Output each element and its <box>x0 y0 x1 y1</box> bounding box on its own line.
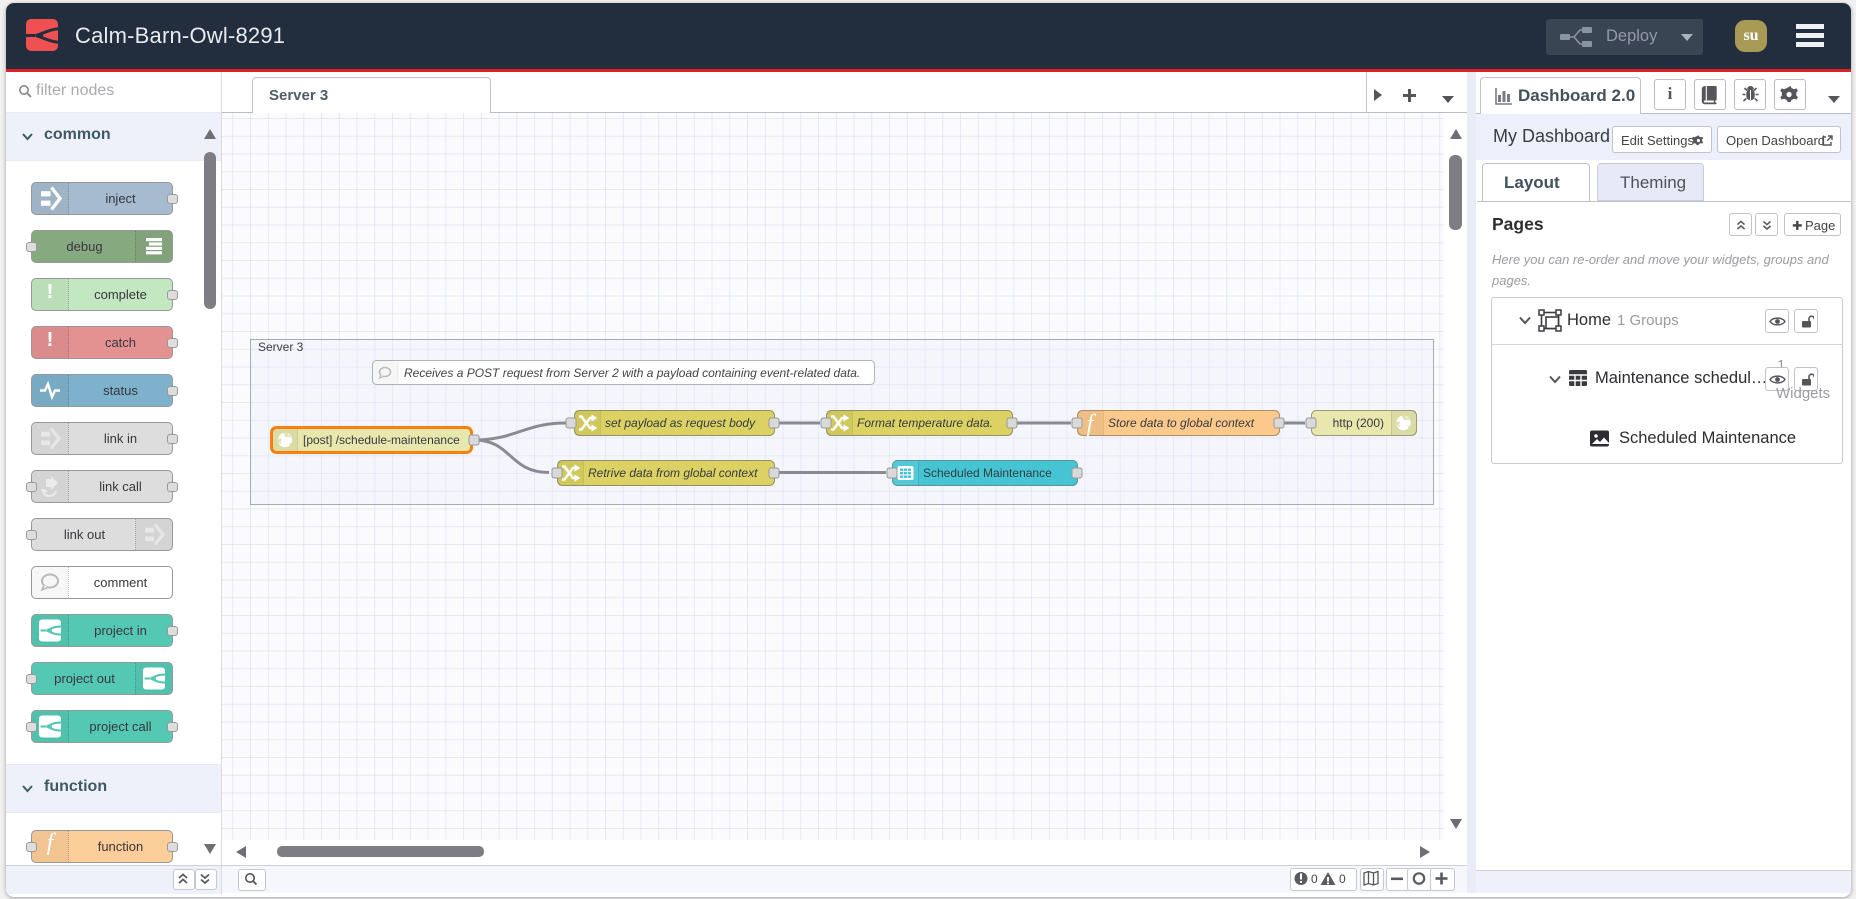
svg-text:0: 0 <box>1311 872 1318 886</box>
svg-text:Format temperature data.: Format temperature data. <box>857 416 993 430</box>
svg-text:Receives a POST request from S: Receives a POST request from Server 2 wi… <box>404 366 860 380</box>
svg-text:0: 0 <box>1339 872 1346 886</box>
svg-text:[post] /schedule-maintenance: [post] /schedule-maintenance <box>303 433 460 447</box>
svg-text:Store data to global context: Store data to global context <box>1108 416 1255 430</box>
svg-text:Server 3: Server 3 <box>258 340 304 354</box>
svg-text:Retrive data from global conte: Retrive data from global context <box>588 466 758 480</box>
svg-text:set payload as request body: set payload as request body <box>605 416 756 430</box>
svg-text:Scheduled Maintenance: Scheduled Maintenance <box>923 466 1052 480</box>
svg-text:http (200): http (200) <box>1333 416 1384 430</box>
